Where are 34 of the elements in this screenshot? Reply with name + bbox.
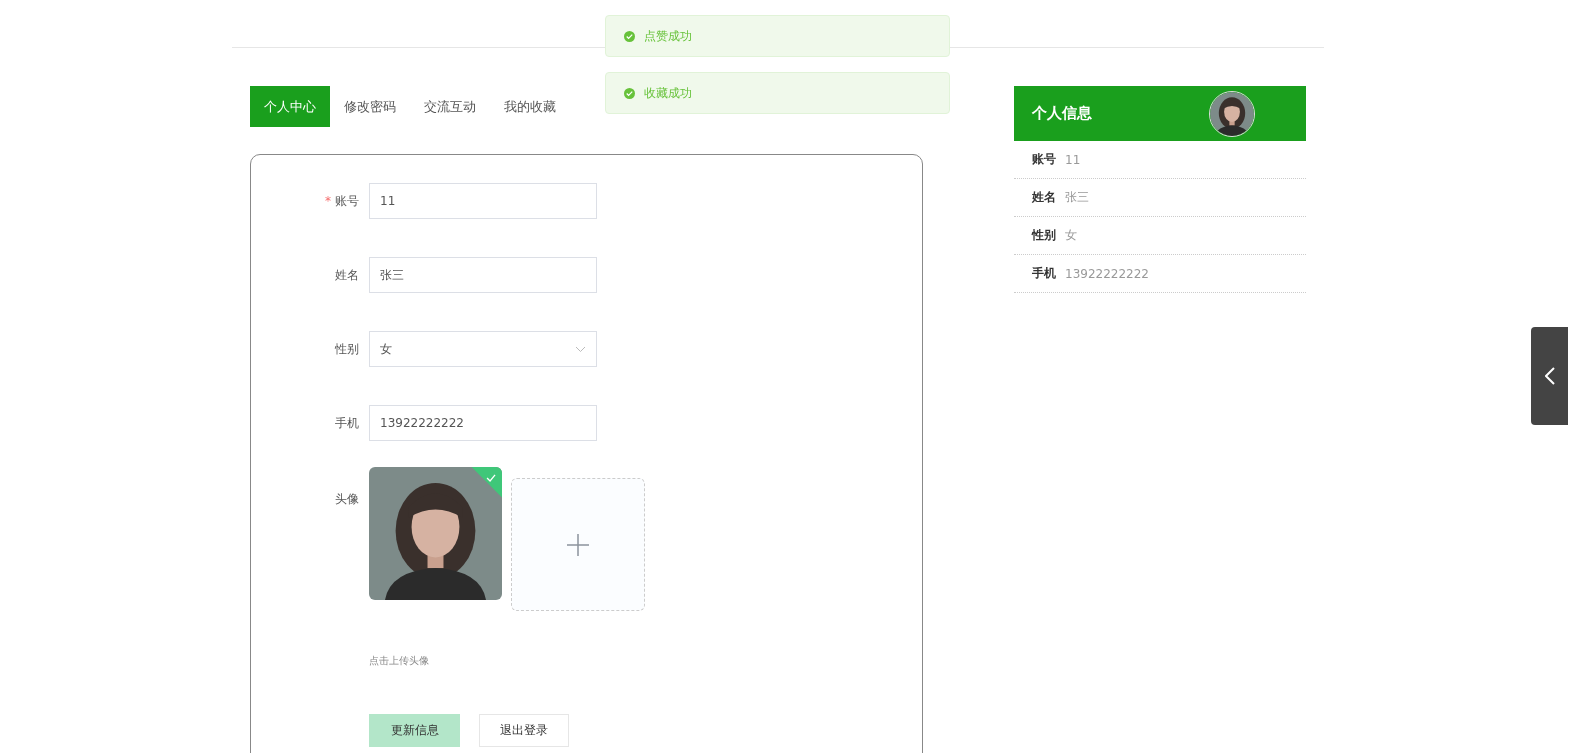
select-field[interactable]: 女 (369, 331, 597, 367)
info-label: 账号 (1032, 151, 1056, 168)
input-field[interactable]: 13922222222 (369, 405, 597, 441)
info-label: 手机 (1032, 265, 1056, 282)
info-value: 13922222222 (1065, 266, 1149, 281)
tab[interactable]: 交流互动 (410, 86, 490, 127)
field-label: 性别 (335, 341, 359, 356)
upload-box[interactable] (511, 478, 645, 611)
side-toggle[interactable] (1531, 327, 1568, 425)
input-field[interactable]: 张三 (369, 257, 597, 293)
info-value: 张三 (1065, 189, 1089, 206)
input-field[interactable]: 11 (369, 183, 597, 219)
upload-hint: 点击上传头像 (369, 654, 429, 668)
profile-title: 个人信息 (1032, 104, 1092, 123)
field-label: 头像 (334, 491, 360, 508)
toast-text: 点赞成功 (644, 27, 692, 45)
chevron-down-icon (575, 345, 586, 353)
plus-icon (567, 533, 589, 556)
info-label: 姓名 (1032, 189, 1056, 206)
update-button[interactable]: 更新信息 (369, 714, 460, 747)
chevron-left-icon (1544, 367, 1555, 385)
field-label: 账号 (335, 193, 359, 208)
field-label: 手机 (335, 415, 359, 430)
info-label: 性别 (1032, 227, 1056, 244)
required-mark: * (325, 193, 331, 208)
logout-button[interactable]: 退出登录 (479, 714, 569, 747)
info-value: 女 (1065, 227, 1077, 244)
tab[interactable]: 我的收藏 (490, 86, 570, 127)
check-circle-icon (624, 87, 635, 99)
info-value: 11 (1065, 152, 1081, 167)
field-label: 姓名 (335, 267, 359, 282)
toast-text: 收藏成功 (644, 84, 692, 102)
check-circle-icon (624, 30, 635, 42)
tab[interactable]: 修改密码 (330, 86, 410, 127)
